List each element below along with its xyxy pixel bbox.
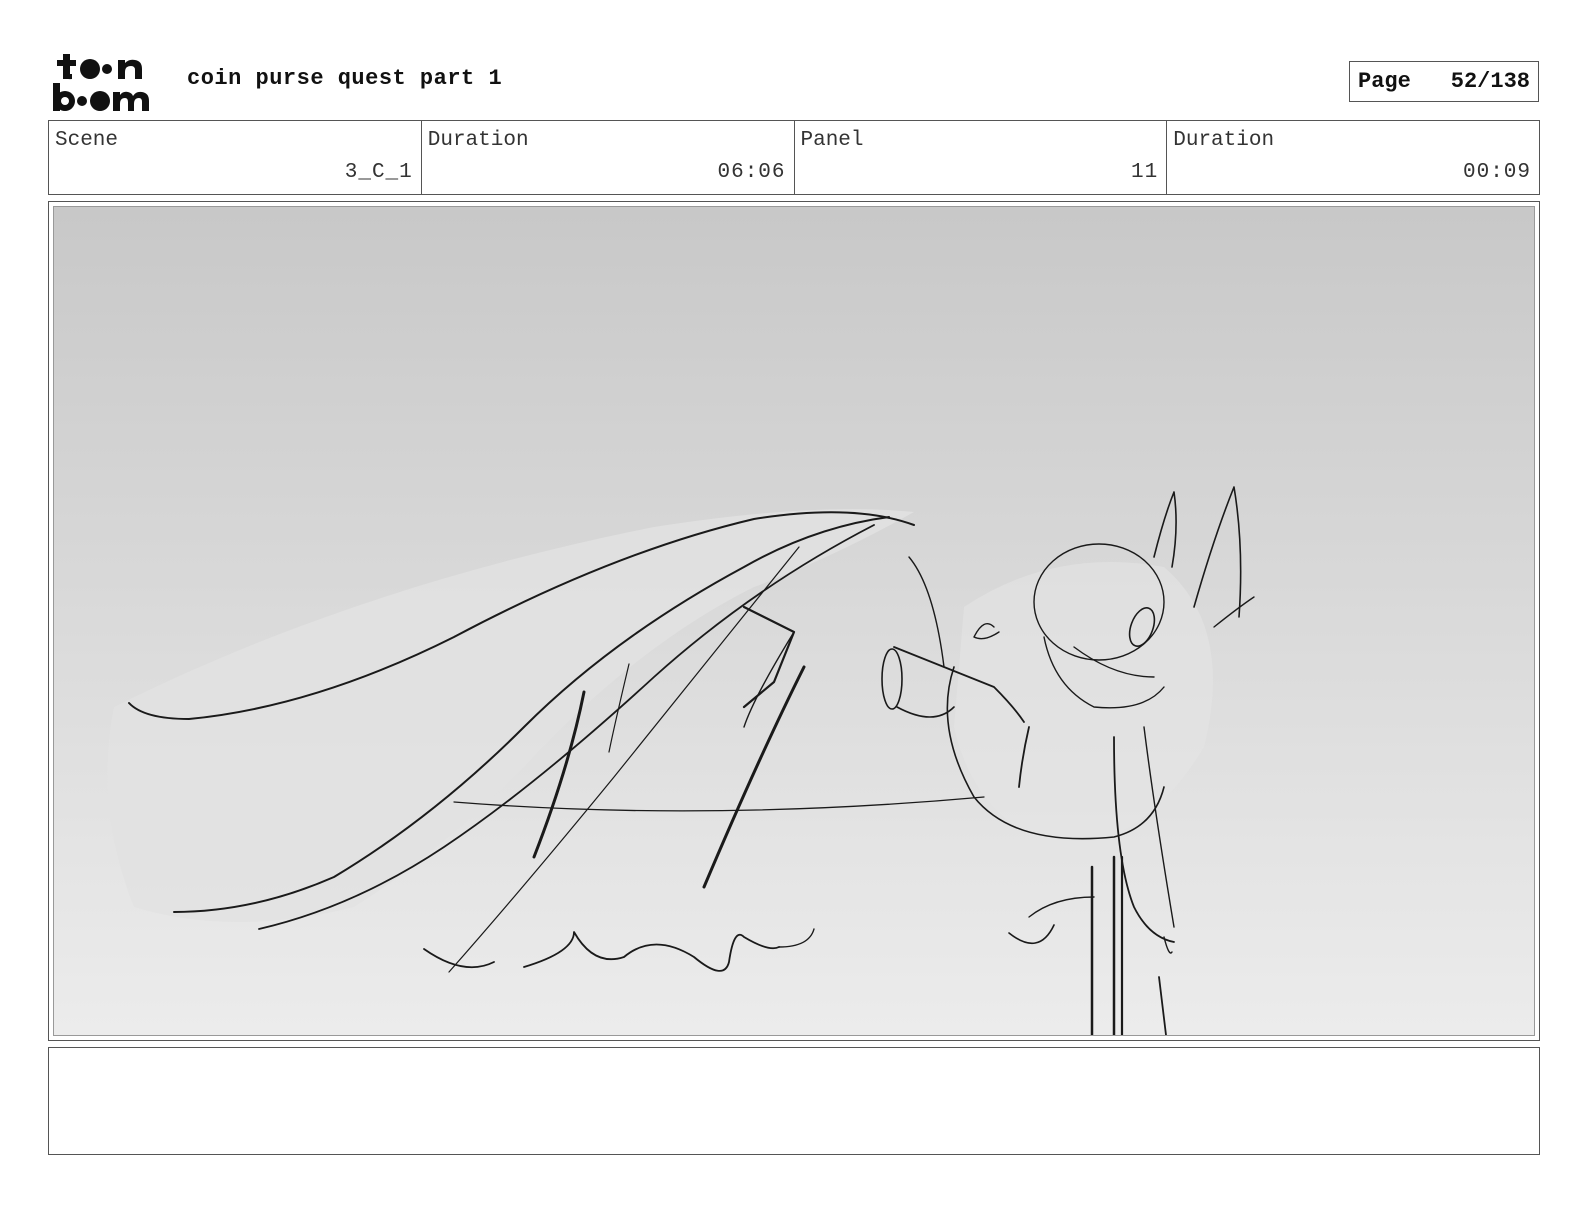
scene-duration-cell: Duration 06:06 (422, 121, 795, 194)
page-number: 52/138 (1450, 69, 1530, 94)
panel-drawing-area (53, 206, 1535, 1036)
scene-value: 3_C_1 (344, 161, 413, 184)
panel-label: Panel (800, 129, 864, 152)
panel-duration-label: Duration (1173, 129, 1275, 152)
page-indicator: Page 52/138 (1349, 61, 1539, 102)
panel-duration-cell: Duration 00:09 (1167, 121, 1539, 194)
panel-duration-value: 00:09 (1462, 161, 1531, 184)
toon-boom-logo (50, 50, 166, 114)
scene-info-bar: Scene 3_C_1 Duration 06:06 Panel 11 Dura… (48, 120, 1540, 195)
scene-cell: Scene 3_C_1 (49, 121, 422, 194)
panel-notes-box (48, 1047, 1540, 1155)
storyboard-sketch-image (54, 207, 1534, 1035)
scene-duration-value: 06:06 (717, 161, 786, 184)
storyboard-panel (48, 201, 1540, 1041)
scene-duration-label: Duration (427, 129, 529, 152)
panel-cell: Panel 11 (795, 121, 1168, 194)
panel-value: 11 (1131, 161, 1159, 184)
scene-label: Scene (55, 129, 119, 152)
page-label: Page (1358, 69, 1411, 94)
document-title: coin purse quest part 1 (187, 66, 503, 91)
